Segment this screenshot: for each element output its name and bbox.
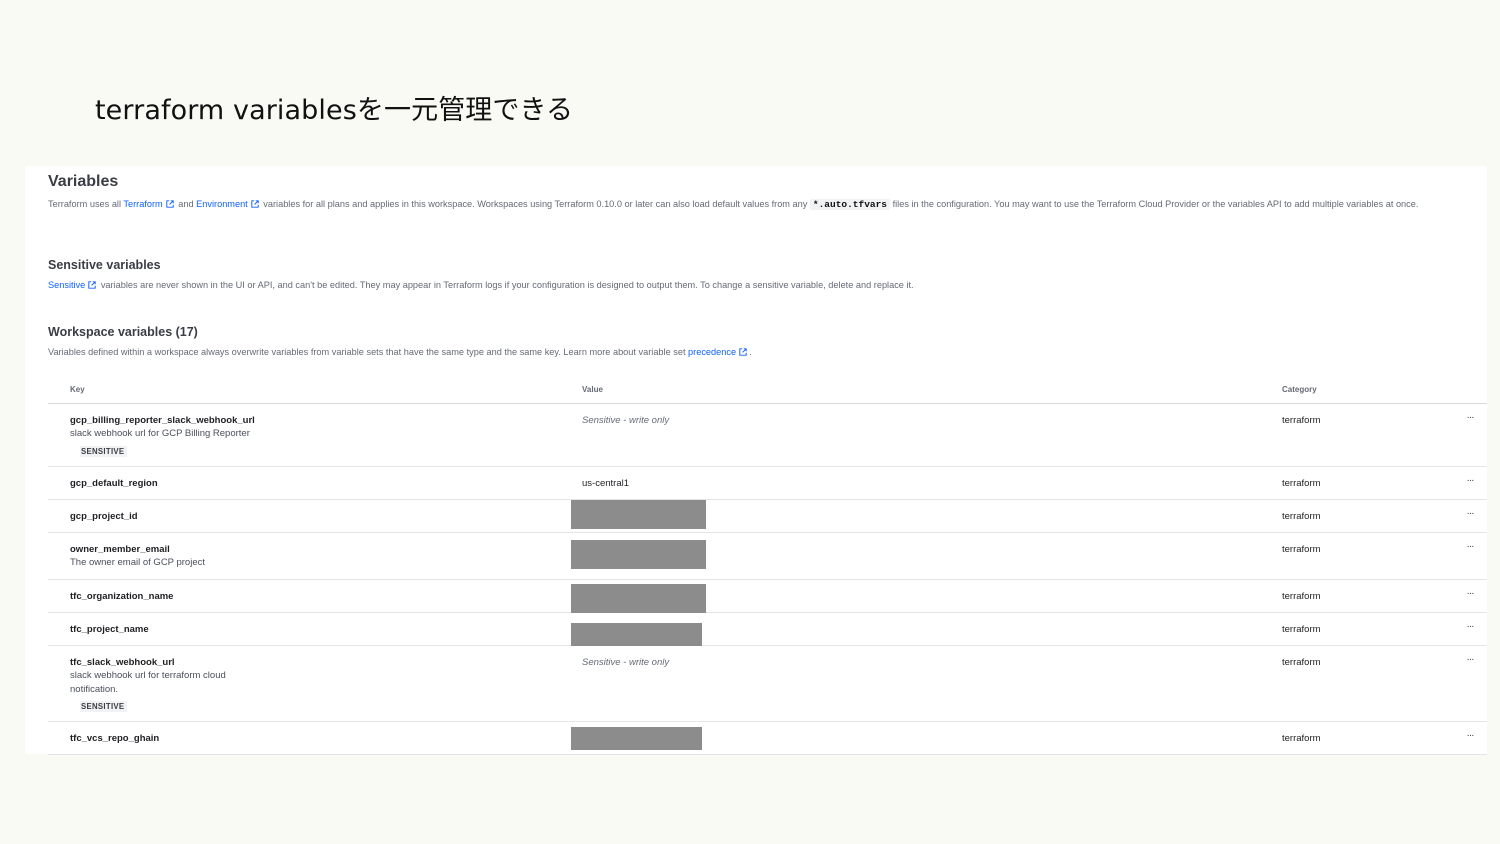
table-row: gcp_default_region us-central1 terraform… (48, 467, 1487, 500)
row-actions-menu-button[interactable]: ··· (1460, 476, 1480, 489)
variable-key: gcp_billing_reporter_slack_webhook_url (70, 415, 255, 426)
row-actions-menu-button[interactable]: ··· (1460, 622, 1480, 635)
variable-category: terraform (1282, 591, 1321, 602)
column-header-value: Value (582, 385, 603, 394)
table-row: tfc_project_name terraform ··· (48, 613, 1487, 646)
workspace-variables-description: Variables defined within a workspace alw… (48, 347, 752, 357)
variables-description: Terraform uses all Terraform and Environ… (48, 199, 1419, 210)
precedence-link[interactable]: precedence (688, 347, 736, 357)
variables-table: Key Value Category gcp_billing_reporter_… (48, 380, 1487, 755)
variable-category: terraform (1282, 733, 1321, 744)
row-actions-menu-button[interactable]: ··· (1460, 542, 1480, 555)
row-actions-menu-button[interactable]: ··· (1460, 413, 1480, 426)
workspace-variables-title: Workspace variables (17) (48, 325, 198, 339)
table-row: gcp_project_id terraform ··· (48, 500, 1487, 533)
variable-key: tfc_project_name (70, 624, 149, 635)
variable-category: terraform (1282, 544, 1321, 555)
variable-description: The owner email of GCP project (70, 557, 205, 568)
row-actions-menu-button[interactable]: ··· (1460, 509, 1480, 522)
variable-key: tfc_organization_name (70, 591, 174, 602)
variable-category: terraform (1282, 624, 1321, 635)
variable-key: owner_member_email (70, 544, 170, 555)
variable-key: gcp_project_id (70, 511, 138, 522)
external-link-icon (166, 200, 174, 208)
sensitive-link[interactable]: Sensitive (48, 280, 85, 290)
table-row: tfc_organization_name terraform ··· (48, 580, 1487, 613)
sensitive-variables-title: Sensitive variables (48, 258, 161, 272)
slide-title: terraform variablesを一元管理できる (95, 95, 574, 126)
variable-key: tfc_vcs_repo_ghain (70, 733, 160, 744)
variable-category: terraform (1282, 511, 1321, 522)
table-row: gcp_billing_reporter_slack_webhook_url s… (48, 404, 1487, 467)
external-link-icon (739, 348, 747, 356)
variables-panel: Variables Terraform uses all Terraform a… (25, 166, 1487, 755)
redacted-value (571, 623, 702, 646)
terraform-link[interactable]: Terraform (123, 199, 162, 209)
table-row: tfc_vcs_repo_ghain terraform ··· (48, 722, 1487, 755)
redacted-value (571, 727, 702, 750)
variable-category: terraform (1282, 478, 1321, 489)
variable-key: tfc_slack_webhook_url (70, 657, 175, 668)
column-header-key: Key (70, 385, 85, 394)
page-title: Variables (48, 173, 119, 190)
row-actions-menu-button[interactable]: ··· (1460, 655, 1480, 668)
variable-value: us-central1 (582, 478, 629, 489)
external-link-icon (88, 281, 96, 289)
variable-description: slack webhook url for GCP Billing Report… (70, 428, 250, 439)
redacted-value (571, 584, 706, 613)
column-header-category: Category (1282, 385, 1317, 394)
table-row: owner_member_email The owner email of GC… (48, 533, 1487, 580)
variable-key: gcp_default_region (70, 478, 158, 489)
row-actions-menu-button[interactable]: ··· (1460, 589, 1480, 602)
variable-value: Sensitive - write only (582, 657, 670, 668)
sensitive-variables-description: Sensitive variables are never shown in t… (48, 280, 914, 290)
sensitive-badge: SENSITIVE (80, 701, 128, 712)
variable-value: Sensitive - write only (582, 415, 670, 426)
redacted-value (571, 540, 706, 569)
redacted-value (571, 500, 706, 529)
tfvars-code: *.auto.tfvars (809, 199, 891, 210)
environment-link[interactable]: Environment (196, 199, 248, 209)
sensitive-badge: SENSITIVE (80, 445, 128, 457)
variable-description: notification. (70, 683, 119, 695)
variable-category: terraform (1282, 415, 1321, 426)
table-header: Key Value Category (48, 380, 1487, 404)
variable-description: slack webhook url for terraform cloud (70, 670, 226, 681)
table-row: tfc_slack_webhook_url slack webhook url … (48, 646, 1487, 722)
external-link-icon (251, 200, 259, 208)
variable-category: terraform (1282, 657, 1321, 668)
row-actions-menu-button[interactable]: ··· (1460, 731, 1480, 744)
